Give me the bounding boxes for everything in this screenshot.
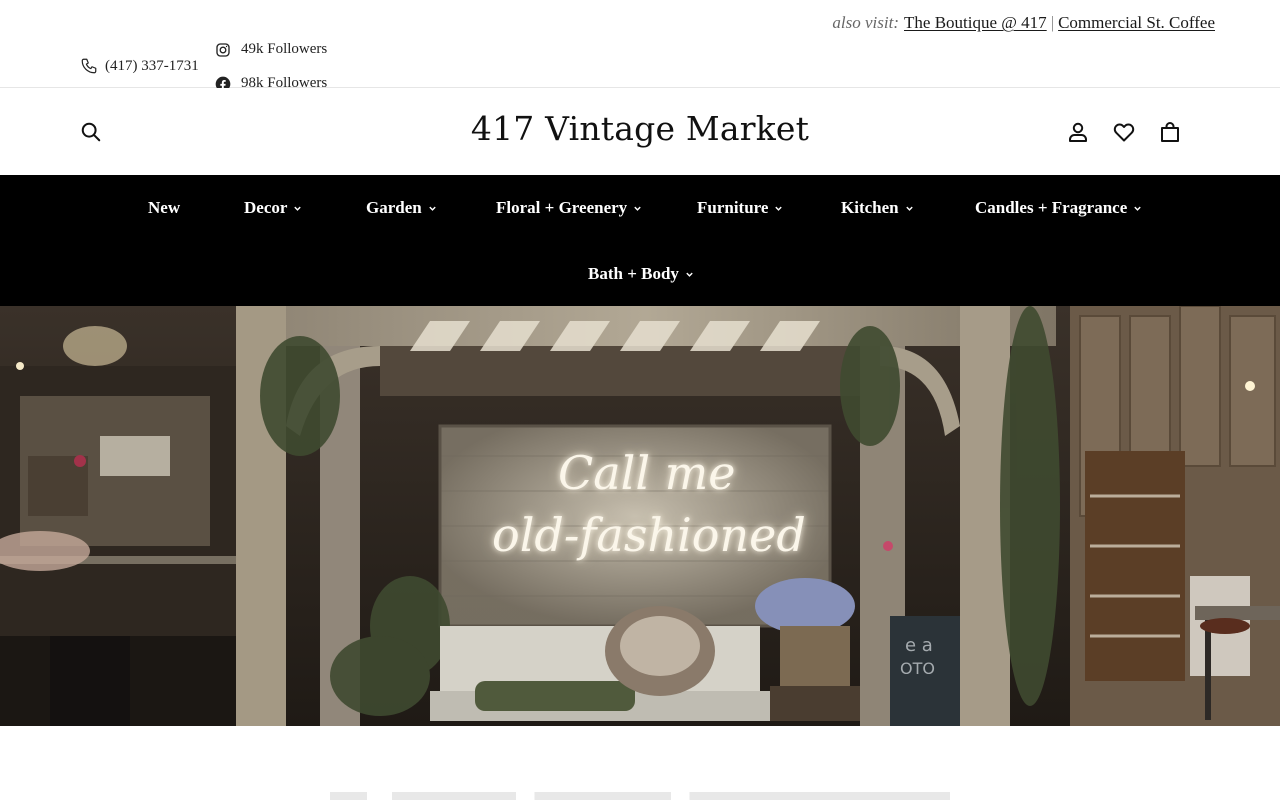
hero-banner[interactable]: e a OTO Call me old-fashioned: [0, 306, 1280, 726]
chevron-down-icon: [905, 206, 913, 211]
chevron-down-icon: [634, 206, 641, 211]
shopping-bag-icon[interactable]: [1158, 120, 1182, 144]
nav-item-new[interactable]: New: [148, 198, 180, 218]
instagram-followers: 49k Followers: [241, 41, 328, 57]
top-utility-bar: (417) 337-1731 49k Followers 98k Followe…: [0, 0, 1280, 91]
site-header: 417 Vintage Market: [0, 88, 1280, 175]
boutique-link[interactable]: The Boutique @ 417: [904, 13, 1047, 32]
neon-sign-line-1: Call me: [558, 446, 736, 500]
nav-label: New: [148, 198, 181, 217]
nav-label: Garden: [366, 198, 422, 217]
nav-item-candles-fragrance[interactable]: Candles + Fragrance: [975, 198, 1142, 218]
svg-text:e a: e a: [905, 635, 933, 656]
nav-label: Bath + Body: [588, 264, 679, 283]
nav-label: Floral + Greenery: [496, 198, 628, 217]
chevron-down-icon: [294, 206, 302, 211]
search-icon[interactable]: [80, 121, 102, 143]
main-navigation: New Decor Garden Floral + Greenery Furni…: [0, 175, 1280, 306]
heart-icon[interactable]: [1112, 120, 1136, 144]
logo-text: 417 Vintage Market: [470, 108, 810, 148]
user-icon[interactable]: [1066, 120, 1090, 144]
chevron-down-icon: [429, 206, 436, 211]
phone-link[interactable]: (417) 337-1731: [80, 57, 199, 75]
nav-item-kitchen[interactable]: Kitchen: [841, 198, 914, 218]
chevron-down-icon: [1134, 206, 1141, 211]
nav-item-furniture[interactable]: Furniture: [697, 198, 783, 218]
neon-sign-line-2: old-fashioned: [492, 508, 806, 562]
chevron-down-icon: [775, 206, 783, 211]
nav-label: Decor: [244, 198, 288, 217]
instagram-icon: [216, 42, 230, 57]
content-section: [0, 726, 1280, 800]
chevron-down-icon: [686, 272, 693, 277]
nav-item-bath-body[interactable]: Bath + Body: [588, 264, 694, 284]
phone-number: (417) 337-1731: [105, 57, 199, 74]
also-visit: also visit: The Boutique @ 417 | Commercial…: [832, 13, 1215, 33]
section-heading-cutoff: [330, 792, 950, 800]
svg-text:OTO: OTO: [900, 659, 935, 678]
nav-label: Furniture: [697, 198, 769, 217]
link-separator: |: [1050, 13, 1055, 32]
nav-label: Kitchen: [841, 198, 899, 217]
instagram-link[interactable]: 49k Followers: [215, 41, 327, 58]
coffee-link[interactable]: Commercial St. Coffee: [1058, 13, 1215, 32]
nav-item-decor[interactable]: Decor: [244, 198, 302, 218]
nav-item-garden[interactable]: Garden: [366, 198, 437, 218]
nav-item-floral-greenery[interactable]: Floral + Greenery: [496, 198, 642, 218]
also-visit-label: also visit:: [832, 13, 900, 32]
site-logo[interactable]: 417 Vintage Market: [471, 108, 809, 148]
nav-label: Candles + Fragrance: [975, 198, 1128, 217]
phone-icon: [81, 58, 97, 74]
